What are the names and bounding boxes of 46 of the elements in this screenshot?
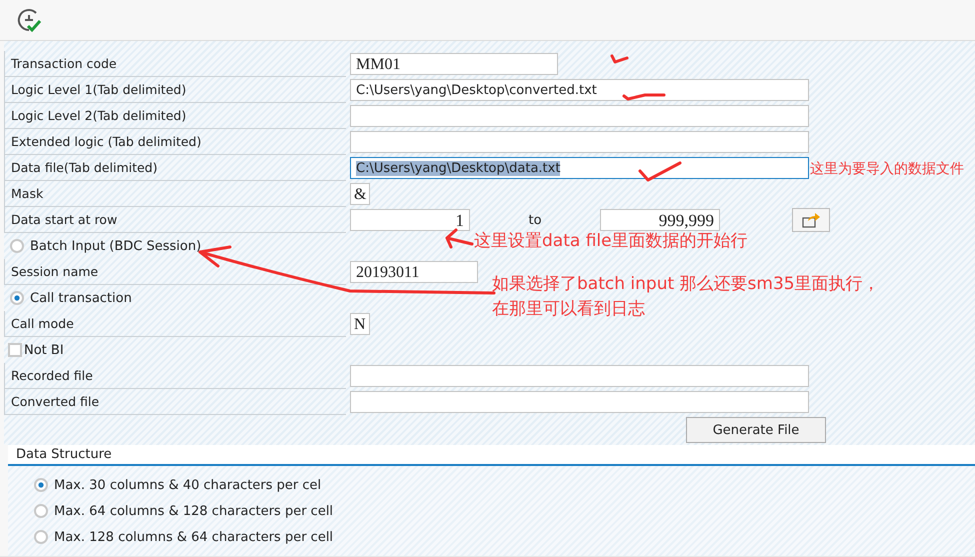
field-label: Recorded file (4, 363, 346, 389)
radio-button[interactable] (34, 530, 48, 544)
radio-button-selected[interactable] (10, 291, 24, 305)
field-label: Transaction code (4, 51, 346, 77)
text-field[interactable] (350, 365, 809, 387)
field-label: Mask (4, 181, 346, 207)
execute-icon[interactable] (16, 7, 42, 33)
radio-label: Call transaction (30, 290, 132, 306)
radio-button[interactable] (34, 504, 48, 518)
field-label: Converted file (4, 389, 346, 415)
field-label: Logic Level 2(Tab delimited) (4, 103, 346, 129)
annotation-text: 如果选择了batch input 那么还要sm35里面执行， 在那里可以看到日志 (492, 273, 880, 321)
radio-button-selected[interactable] (34, 478, 48, 492)
text-field[interactable]: & (350, 183, 370, 205)
check-mark (610, 54, 628, 64)
radio-label: Batch Input (BDC Session) (30, 238, 202, 254)
text-field[interactable] (350, 391, 809, 413)
field-label: Extended logic (Tab delimited) (4, 129, 346, 155)
radio-label: Max. 64 columns & 128 characters per cell (54, 504, 334, 518)
field-label: Call mode (4, 311, 346, 337)
field-label: Logic Level 1(Tab delimited) (4, 77, 346, 103)
text-field[interactable] (350, 105, 809, 127)
text-field[interactable]: 999,999 (600, 209, 720, 231)
range-label: to (527, 212, 543, 228)
check-mark (638, 162, 682, 182)
field-label: Data start at row (4, 207, 346, 233)
check-mark (622, 94, 666, 100)
checkbox-label: Not BI (24, 342, 64, 358)
export-icon (800, 211, 822, 229)
text-field[interactable]: C:\Users\yang\Desktop\converted.txt (350, 79, 809, 101)
text-field[interactable]: 1 (350, 209, 470, 231)
text-field[interactable] (350, 131, 809, 153)
text-field[interactable]: MM01 (350, 53, 558, 75)
annotation-text: 这里设置data file里面数据的开始行 (474, 230, 748, 253)
section-title: Data Structure (8, 445, 975, 466)
radio-label: Max. 128 columns & 64 characters per cell (54, 530, 334, 544)
export-button[interactable] (792, 208, 830, 232)
text-field[interactable]: 20193011 (350, 261, 478, 283)
checkbox[interactable] (8, 343, 22, 357)
text-field[interactable]: N (350, 313, 370, 335)
field-label: Session name (4, 259, 346, 285)
radio-label: Max. 30 columns & 40 characters per cel (54, 478, 322, 492)
generate-file-button[interactable]: Generate File (686, 417, 826, 443)
annotation-text: 这里为要导入的数据文件 (810, 160, 964, 179)
field-label: Data file(Tab delimited) (4, 155, 346, 181)
radio-button[interactable] (10, 239, 24, 253)
